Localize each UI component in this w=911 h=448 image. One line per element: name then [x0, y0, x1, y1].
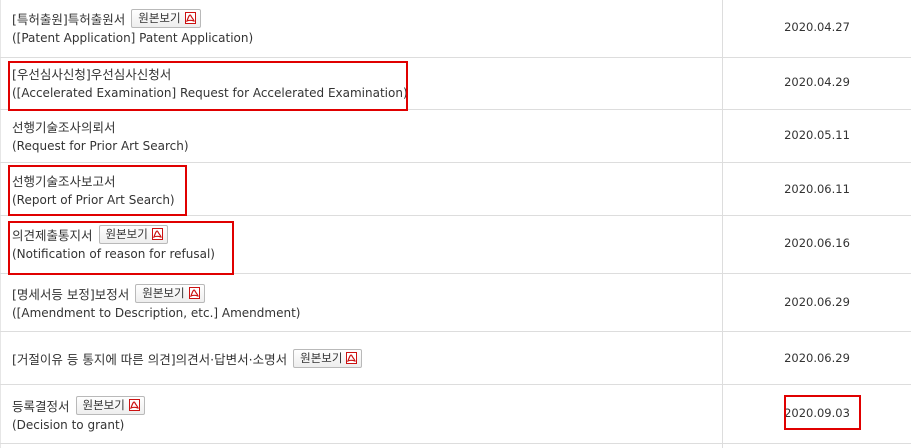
view-original-button[interactable]: 원본보기 — [293, 348, 363, 368]
document-name-ko: [거절이유 등 통지에 따른 의견]의견서·답변서·소명서 — [12, 351, 288, 367]
view-original-button[interactable]: 원본보기 — [135, 283, 205, 303]
document-name-cell: [명세서등 보정]보정서 원본보기 ([Amendment to Descrip… — [12, 283, 300, 323]
document-name-en: ([Amendment to Description, etc.] Amendm… — [12, 306, 301, 320]
table-row: 등록결정서 원본보기 (Decision to grant) 2020.09.0… — [0, 385, 911, 444]
document-name-ko: [명세서등 보정]보정서 — [12, 286, 130, 302]
document-name-cell: [거절이유 등 통지에 따른 의견]의견서·답변서·소명서 원본보기 — [12, 348, 363, 368]
table-row: [거절이유 등 통지에 따른 의견]의견서·답변서·소명서 원본보기 2020.… — [0, 332, 911, 385]
pdf-icon — [346, 352, 358, 364]
table-row: [명세서등 보정]보정서 원본보기 ([Amendment to Descrip… — [0, 274, 911, 332]
highlight-box — [8, 61, 408, 111]
document-name-ko: 선행기술조사의뢰서 — [12, 119, 116, 135]
document-date: 2020.05.11 — [784, 128, 850, 142]
document-name-ko: [특허출원]특허출원서 — [12, 11, 126, 27]
document-date: 2020.04.29 — [784, 75, 850, 89]
view-original-label: 원본보기 — [142, 286, 185, 300]
document-name-cell: [특허출원]특허출원서 원본보기 ([Patent Application] P… — [12, 8, 253, 48]
table-row: 선행기술조사의뢰서 (Request for Prior Art Search)… — [0, 110, 911, 163]
view-original-label: 원본보기 — [300, 351, 343, 365]
pdf-icon — [128, 399, 140, 411]
document-date: 2020.06.16 — [784, 236, 850, 250]
document-date: 2020.06.29 — [784, 351, 850, 365]
pdf-icon — [188, 287, 200, 299]
document-name-en: (Decision to grant) — [12, 418, 125, 432]
document-name-ko: 등록결정서 — [12, 398, 70, 414]
view-original-button[interactable]: 원본보기 — [131, 8, 201, 28]
document-name-en: ([Patent Application] Patent Application… — [12, 31, 254, 45]
document-date: 2020.06.29 — [784, 295, 850, 309]
document-date: 2020.04.27 — [784, 20, 850, 34]
view-original-label: 원본보기 — [82, 398, 125, 412]
document-date: 2020.06.11 — [784, 182, 850, 196]
highlight-box — [784, 395, 861, 430]
document-name-cell: 선행기술조사의뢰서 (Request for Prior Art Search) — [12, 116, 189, 156]
view-original-button[interactable]: 원본보기 — [75, 395, 145, 415]
document-name-en: (Request for Prior Art Search) — [12, 139, 189, 153]
column-divider — [722, 0, 723, 448]
pdf-icon — [184, 12, 196, 24]
view-original-label: 원본보기 — [138, 11, 181, 25]
highlight-box — [8, 165, 187, 216]
document-name-cell: 등록결정서 원본보기 (Decision to grant) — [12, 395, 145, 435]
table-row: [특허출원]특허출원서 원본보기 ([Patent Application] P… — [0, 0, 911, 58]
highlight-box — [8, 221, 234, 275]
